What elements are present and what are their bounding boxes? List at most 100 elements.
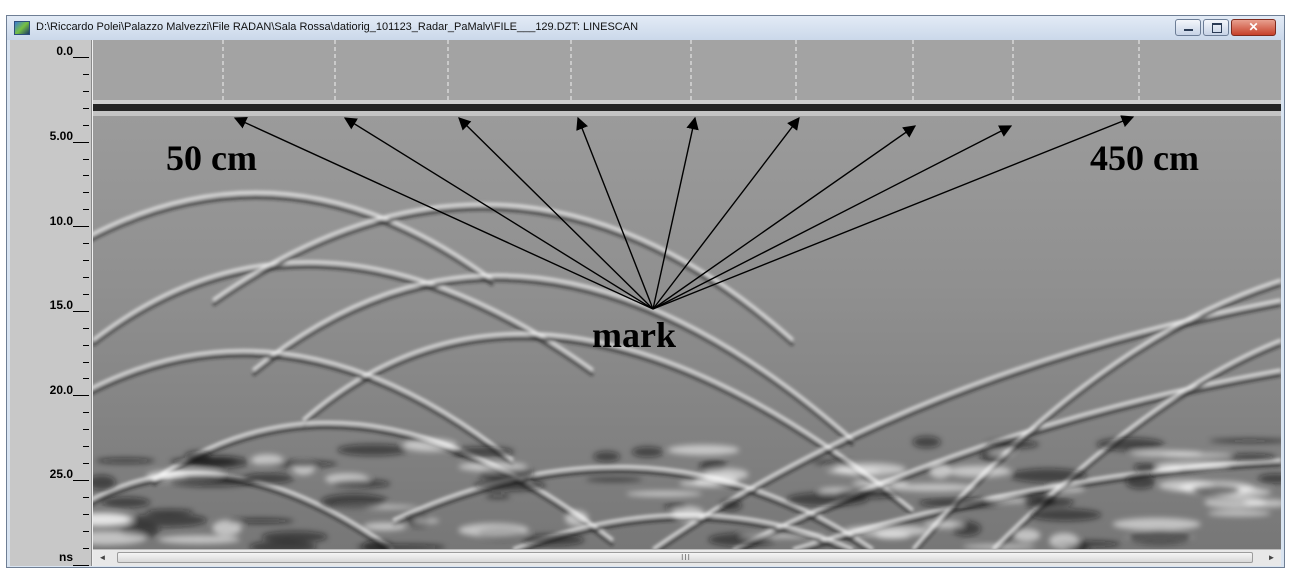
ruler-label-10: 10.0 — [49, 214, 73, 228]
ruler-tick — [83, 260, 89, 262]
noise-blob — [875, 531, 911, 540]
scrollbar-grip: III — [681, 553, 691, 562]
noise-blob — [585, 477, 643, 482]
ruler-tick — [83, 446, 89, 448]
noise-blob — [1049, 485, 1086, 493]
scroll-right-icon[interactable]: ► — [1264, 551, 1279, 565]
noise-blob — [631, 446, 664, 458]
noise-blob — [363, 522, 407, 531]
mark-label: mark — [592, 315, 676, 355]
ruler-tick — [83, 547, 89, 549]
noise-blob — [250, 454, 284, 466]
noise-blob — [1133, 463, 1158, 473]
ruler-tick — [83, 158, 89, 160]
ruler-tick — [73, 480, 89, 481]
ruler-tick — [83, 107, 89, 109]
noise-blob — [719, 499, 742, 511]
ruler-tick — [83, 378, 89, 380]
window-title: D:\Riccardo Polei\Palazzo Malvezzi\File … — [36, 21, 639, 33]
noise-blob — [450, 446, 515, 458]
noise-blob — [168, 474, 257, 487]
ruler-tick — [83, 192, 89, 194]
radargram-view[interactable] — [93, 40, 1281, 549]
noise-blob — [1029, 508, 1102, 521]
scrollbar-thumb[interactable]: III — [117, 552, 1253, 563]
minimize-button[interactable] — [1175, 19, 1201, 36]
noise-blob — [812, 460, 854, 465]
ruler-tick — [83, 327, 89, 329]
end-distance-label: 450 cm — [1090, 138, 1199, 178]
noise-blob — [593, 451, 621, 462]
ruler-tick — [73, 226, 89, 228]
noise-blob — [786, 492, 869, 507]
noise-blob — [1204, 496, 1267, 509]
ruler-tick — [83, 73, 89, 75]
noise-blob — [485, 494, 511, 499]
ruler-tick — [83, 175, 89, 177]
noise-blob — [924, 520, 965, 529]
radargram-image — [93, 40, 1281, 549]
noise-blob — [1022, 493, 1056, 509]
linescan-window: D:\Riccardo Polei\Palazzo Malvezzi\File … — [6, 15, 1285, 568]
noise-blob — [331, 479, 391, 489]
noise-blob — [337, 444, 409, 456]
noise-blob — [1207, 510, 1271, 517]
noise-blob — [663, 502, 688, 509]
ruler-tick — [83, 530, 89, 532]
noise-blob — [833, 462, 906, 476]
ruler-tick — [83, 243, 89, 245]
noise-blob — [521, 533, 585, 546]
noise-blob — [985, 440, 1040, 449]
noise-blob — [667, 444, 740, 456]
ruler-tick — [83, 276, 89, 278]
noise-blob — [947, 465, 1012, 478]
noise-blob — [1125, 474, 1156, 489]
ruler-tick — [83, 344, 89, 346]
ruler-tick — [83, 209, 89, 211]
ruler-tick — [83, 513, 89, 515]
noise-blob — [228, 518, 294, 524]
noise-blob — [564, 510, 589, 526]
ruler-tick — [83, 124, 89, 126]
noise-blob — [987, 496, 1030, 503]
noise-blob — [126, 513, 207, 527]
title-bar[interactable]: D:\Riccardo Polei\Palazzo Malvezzi\File … — [7, 16, 1284, 40]
ruler-tick — [83, 90, 89, 92]
noise-blob — [1112, 517, 1201, 531]
close-icon: ✕ — [1248, 20, 1259, 34]
ruler-label-20: 20.0 — [49, 383, 73, 397]
noise-blob — [170, 457, 237, 467]
minimize-icon — [1184, 29, 1193, 31]
noise-blob — [1192, 485, 1241, 496]
noise-blob — [988, 450, 1015, 456]
noise-blob — [1130, 450, 1203, 457]
noise-blob — [693, 475, 739, 487]
noise-blob — [158, 535, 241, 544]
noise-blob — [739, 533, 826, 539]
noise-blob — [95, 457, 155, 464]
noise-blob — [1049, 532, 1079, 549]
noise-blob — [321, 493, 388, 510]
ruler-label-25: 25.0 — [49, 467, 73, 481]
ruler-tick — [83, 496, 89, 498]
noise-blob — [626, 490, 702, 497]
ruler-tick — [73, 564, 89, 566]
noise-blob — [402, 438, 458, 452]
noise-blob — [1227, 453, 1277, 461]
ruler-tick — [73, 57, 89, 58]
ruler-tick — [83, 429, 89, 431]
noise-blob — [474, 479, 546, 492]
noise-blob — [1009, 468, 1087, 483]
close-button[interactable]: ✕ — [1231, 19, 1276, 36]
ruler-label-15: 15.0 — [49, 298, 73, 312]
scroll-left-icon[interactable]: ◄ — [95, 551, 110, 565]
horizontal-scrollbar[interactable]: ◄ III ► — [93, 549, 1281, 566]
noise-blob — [912, 436, 941, 448]
ruler-tick — [83, 293, 89, 295]
ruler-tick — [83, 412, 89, 414]
maximize-button[interactable] — [1203, 19, 1229, 36]
noise-blob — [412, 518, 440, 524]
noise-blob — [1096, 437, 1165, 452]
ruler-tick — [73, 141, 89, 143]
time-depth-ruler: 0.0 5.00 10.0 15.0 20.0 25.0 ns — [10, 40, 92, 566]
